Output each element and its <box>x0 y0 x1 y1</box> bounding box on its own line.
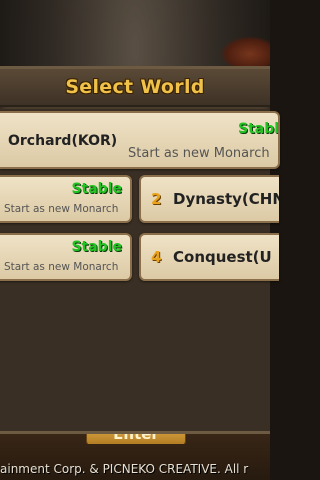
world-card-conquest[interactable]: 4 Conquest(U <box>139 233 279 281</box>
world-subtitle: Start as new Monarch <box>128 146 270 161</box>
world-name: Orchard(KOR) <box>8 133 118 149</box>
dialog-title: Select World <box>65 76 205 98</box>
world-subtitle: Start as new Monarch <box>4 203 119 215</box>
enter-button-label: Enter <box>86 434 186 444</box>
world-list: Orchard(KOR) Stable Start as new Monarch… <box>0 109 280 431</box>
world-status: Stable <box>71 239 122 255</box>
world-card-1[interactable]: Stable Start as new Monarch <box>0 175 132 223</box>
world-card-3[interactable]: Stable Start as new Monarch <box>0 233 132 281</box>
select-world-dialog: Select World Orchard(KOR) Stable Start a… <box>0 66 280 434</box>
world-card-orchard[interactable]: Orchard(KOR) Stable Start as new Monarch <box>0 111 280 169</box>
world-name: Dynasty(CHN <box>173 190 279 208</box>
world-status: Stable <box>71 181 122 197</box>
dialog-header: Select World <box>0 69 270 107</box>
world-subtitle: Start as new Monarch <box>4 261 119 273</box>
world-name: Conquest(U <box>173 248 272 266</box>
world-status: Stable <box>238 121 280 137</box>
world-card-dynasty[interactable]: 2 Dynasty(CHN <box>139 175 279 223</box>
enter-button[interactable]: Enter <box>86 434 186 444</box>
world-number: 2 <box>151 190 162 208</box>
copyright-text: ainment Corp. & PICNEKO CREATIVE. All r <box>0 462 249 476</box>
world-number: 4 <box>151 248 162 266</box>
